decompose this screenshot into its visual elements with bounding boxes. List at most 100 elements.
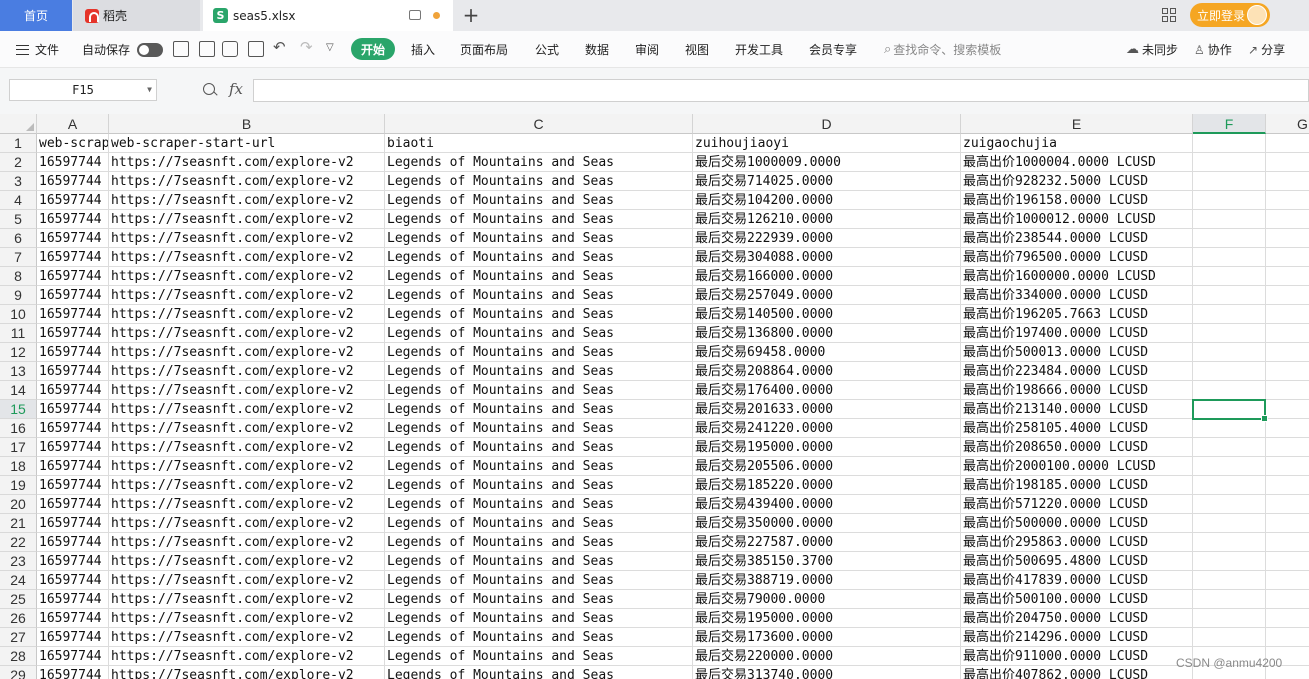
cell-b12[interactable]: https://7seasnft.com/explore-v2 [109, 343, 385, 362]
cell-f17[interactable] [1193, 438, 1266, 457]
cell-b15[interactable]: https://7seasnft.com/explore-v2 [109, 400, 385, 419]
cell-c19[interactable]: Legends of Mountains and Seas [385, 476, 693, 495]
cell-e27[interactable]: 最高出价214296.0000 LCUSD [961, 628, 1193, 647]
cell-b14[interactable]: https://7seasnft.com/explore-v2 [109, 381, 385, 400]
print-icon[interactable] [222, 41, 238, 57]
cell-f23[interactable] [1193, 552, 1266, 571]
cell-g13[interactable] [1266, 362, 1309, 381]
cell-b11[interactable]: https://7seasnft.com/explore-v2 [109, 324, 385, 343]
cell-c2[interactable]: Legends of Mountains and Seas [385, 153, 693, 172]
cell-g24[interactable] [1266, 571, 1309, 590]
row-header[interactable]: 27 [0, 628, 37, 647]
cell-a19[interactable]: 16597744 [37, 476, 109, 495]
row-header[interactable]: 14 [0, 381, 37, 400]
cell-e18[interactable]: 最高出价2000100.0000 LCUSD [961, 457, 1193, 476]
row-header[interactable]: 28 [0, 647, 37, 666]
cell-a26[interactable]: 16597744 [37, 609, 109, 628]
menu-insert[interactable]: 插入 [411, 31, 435, 68]
cell-f14[interactable] [1193, 381, 1266, 400]
row-header[interactable]: 24 [0, 571, 37, 590]
command-search[interactable]: ⌕ 查找命令、搜索模板 [884, 31, 1001, 68]
redo-icon[interactable]: ↷ [300, 38, 313, 56]
cell-c12[interactable]: Legends of Mountains and Seas [385, 343, 693, 362]
cell-c16[interactable]: Legends of Mountains and Seas [385, 419, 693, 438]
cell-d10[interactable]: 最后交易140500.0000 [693, 305, 961, 324]
cell-e1[interactable]: zuigaochujia [961, 134, 1193, 153]
row-header[interactable]: 22 [0, 533, 37, 552]
cell-f22[interactable] [1193, 533, 1266, 552]
cell-f1[interactable] [1193, 134, 1266, 153]
undo-icon[interactable]: ↶ [273, 38, 286, 56]
column-header-f[interactable]: F [1193, 114, 1266, 134]
cell-a1[interactable]: web-scraper-order [37, 134, 109, 153]
cell-c11[interactable]: Legends of Mountains and Seas [385, 324, 693, 343]
cell-a22[interactable]: 16597744 [37, 533, 109, 552]
cell-f19[interactable] [1193, 476, 1266, 495]
menu-start[interactable]: 开始 [351, 38, 395, 60]
cell-a9[interactable]: 16597744 [37, 286, 109, 305]
cell-c21[interactable]: Legends of Mountains and Seas [385, 514, 693, 533]
cell-e15[interactable]: 最高出价213140.0000 LCUSD [961, 400, 1193, 419]
cell-f11[interactable] [1193, 324, 1266, 343]
row-header[interactable]: 3 [0, 172, 37, 191]
row-header[interactable]: 21 [0, 514, 37, 533]
cell-d17[interactable]: 最后交易195000.0000 [693, 438, 961, 457]
autosave-toggle[interactable] [137, 31, 163, 68]
cell-d13[interactable]: 最后交易208864.0000 [693, 362, 961, 381]
menu-data[interactable]: 数据 [585, 31, 609, 68]
cell-a20[interactable]: 16597744 [37, 495, 109, 514]
cell-a5[interactable]: 16597744 [37, 210, 109, 229]
cell-g3[interactable] [1266, 172, 1309, 191]
menu-view[interactable]: 视图 [685, 31, 709, 68]
save-icon[interactable] [173, 41, 189, 57]
cell-c20[interactable]: Legends of Mountains and Seas [385, 495, 693, 514]
cell-d11[interactable]: 最后交易136800.0000 [693, 324, 961, 343]
cell-e8[interactable]: 最高出价1600000.0000 LCUSD [961, 267, 1193, 286]
cell-d19[interactable]: 最后交易185220.0000 [693, 476, 961, 495]
cell-a15[interactable]: 16597744 [37, 400, 109, 419]
cell-f5[interactable] [1193, 210, 1266, 229]
new-tab-button[interactable]: + [460, 3, 482, 27]
cell-c3[interactable]: Legends of Mountains and Seas [385, 172, 693, 191]
cell-c6[interactable]: Legends of Mountains and Seas [385, 229, 693, 248]
row-header[interactable]: 25 [0, 590, 37, 609]
cell-c9[interactable]: Legends of Mountains and Seas [385, 286, 693, 305]
cell-d15[interactable]: 最后交易201633.0000 [693, 400, 961, 419]
cell-f13[interactable] [1193, 362, 1266, 381]
cell-d25[interactable]: 最后交易79000.0000 [693, 590, 961, 609]
cell-g9[interactable] [1266, 286, 1309, 305]
share-button[interactable]: ↗ 分享 [1248, 31, 1285, 68]
menu-page-layout[interactable]: 页面布局 [460, 31, 508, 68]
row-header[interactable]: 20 [0, 495, 37, 514]
cell-f27[interactable] [1193, 628, 1266, 647]
cell-b29[interactable]: https://7seasnft.com/explore-v2 [109, 666, 385, 679]
cell-d26[interactable]: 最后交易195000.0000 [693, 609, 961, 628]
cell-f18[interactable] [1193, 457, 1266, 476]
row-header[interactable]: 1 [0, 134, 37, 153]
cell-d1[interactable]: zuihoujiaoyi [693, 134, 961, 153]
cell-d7[interactable]: 最后交易304088.0000 [693, 248, 961, 267]
cell-b10[interactable]: https://7seasnft.com/explore-v2 [109, 305, 385, 324]
cell-e6[interactable]: 最高出价238544.0000 LCUSD [961, 229, 1193, 248]
select-all-corner[interactable] [0, 114, 37, 134]
column-header-b[interactable]: B [109, 114, 385, 134]
cell-a28[interactable]: 16597744 [37, 647, 109, 666]
cell-d28[interactable]: 最后交易220000.0000 [693, 647, 961, 666]
row-header[interactable]: 17 [0, 438, 37, 457]
cell-e9[interactable]: 最高出价334000.0000 LCUSD [961, 286, 1193, 305]
row-header[interactable]: 29 [0, 666, 37, 679]
cell-g1[interactable] [1266, 134, 1309, 153]
cell-b23[interactable]: https://7seasnft.com/explore-v2 [109, 552, 385, 571]
cell-g12[interactable] [1266, 343, 1309, 362]
cell-c13[interactable]: Legends of Mountains and Seas [385, 362, 693, 381]
cell-b22[interactable]: https://7seasnft.com/explore-v2 [109, 533, 385, 552]
cell-e4[interactable]: 最高出价196158.0000 LCUSD [961, 191, 1193, 210]
cell-c1[interactable]: biaoti [385, 134, 693, 153]
cell-d2[interactable]: 最后交易1000009.0000 [693, 153, 961, 172]
cell-e24[interactable]: 最高出价417839.0000 LCUSD [961, 571, 1193, 590]
row-header[interactable]: 12 [0, 343, 37, 362]
cell-f20[interactable] [1193, 495, 1266, 514]
cell-g18[interactable] [1266, 457, 1309, 476]
cell-g17[interactable] [1266, 438, 1309, 457]
cell-e23[interactable]: 最高出价500695.4800 LCUSD [961, 552, 1193, 571]
